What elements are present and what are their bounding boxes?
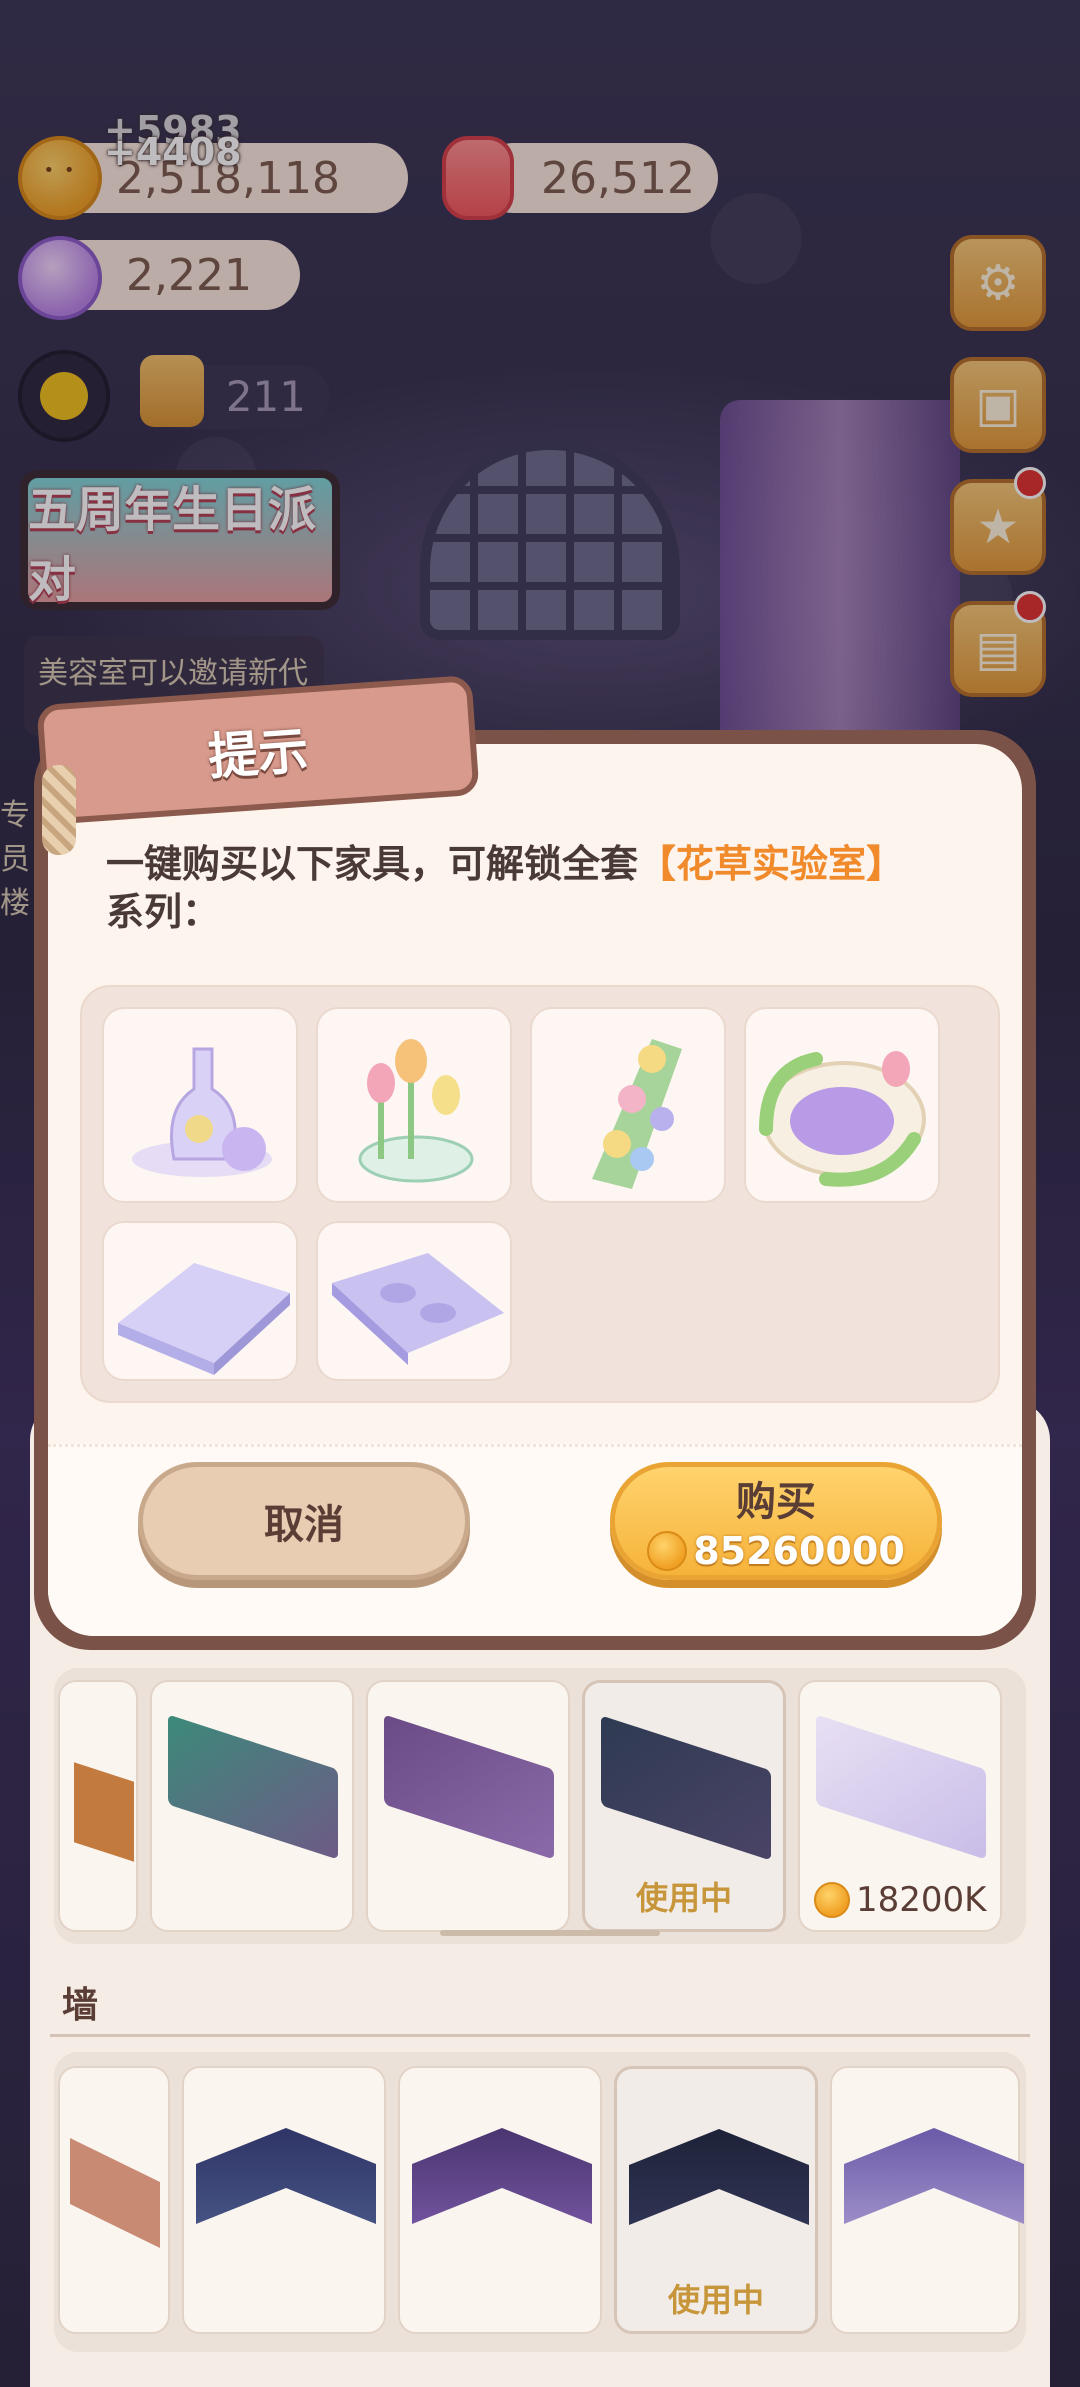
floor-item[interactable] xyxy=(150,1680,354,1932)
wall-preview xyxy=(196,2128,376,2224)
in-use-label: 使用中 xyxy=(635,1879,732,1917)
in-use-label: 使用中 xyxy=(667,2281,764,2319)
buy-price: 85260000 xyxy=(647,1529,905,1573)
floor-preview xyxy=(601,1715,771,1861)
flower-bush-icon xyxy=(592,1039,682,1189)
section-title-wall: 墙 xyxy=(62,1985,99,2026)
floor-preview xyxy=(384,1714,554,1860)
floor-item[interactable] xyxy=(366,1680,570,1932)
wall-item[interactable] xyxy=(830,2066,1024,2334)
cancel-button[interactable]: 取消 xyxy=(138,1462,470,1580)
wall-item[interactable] xyxy=(398,2066,602,2334)
buy-button[interactable]: 购买 85260000 xyxy=(610,1462,942,1580)
wall-item[interactable] xyxy=(182,2066,386,2334)
coin-icon xyxy=(647,1531,688,1571)
section-divider xyxy=(50,2034,1030,2037)
floor-item[interactable] xyxy=(58,1680,138,1932)
cancel-button-label: 取消 xyxy=(264,1502,344,1548)
round-bed-icon xyxy=(759,1051,926,1187)
floor-preview xyxy=(168,1714,338,1860)
item-price-value: 18200K xyxy=(856,1880,987,1920)
floor-item[interactable]: 18200K xyxy=(798,1680,1002,1932)
tag-rope xyxy=(42,765,76,855)
series-name: 【花草实验室】 xyxy=(638,842,905,886)
furniture-grid xyxy=(80,985,1000,1403)
floor-tile-icon xyxy=(332,1253,504,1365)
row-scroll-indicator xyxy=(440,1930,660,1936)
wall-preview xyxy=(844,2128,1024,2224)
dialog-message-suffix: 系列： xyxy=(106,890,221,934)
wall-item[interactable] xyxy=(58,2066,170,2334)
tulip-planter-icon xyxy=(358,1039,474,1183)
round-bed-furniture-card[interactable] xyxy=(744,1007,940,1203)
buy-button-label: 购买 xyxy=(736,1479,816,1525)
dialog-message-prefix: 一键购买以下家具，可解锁全套 xyxy=(106,842,639,886)
floor-tile-icon xyxy=(118,1263,290,1375)
purple-floor-tile-1-card[interactable] xyxy=(102,1221,298,1381)
vase-furniture-card[interactable] xyxy=(102,1007,298,1203)
item-price: 18200K xyxy=(814,1880,1000,1920)
buy-price-value: 85260000 xyxy=(693,1529,905,1573)
tulip-planter-furniture-card[interactable] xyxy=(316,1007,512,1203)
dialog-message: 一键购买以下家具，可解锁全套【花草实验室】 系列： xyxy=(106,840,1006,936)
coin-icon xyxy=(814,1882,850,1918)
wall-preview xyxy=(412,2128,592,2224)
wall-preview xyxy=(629,2129,809,2225)
vase-icon xyxy=(132,1047,272,1177)
wall-item-in-use[interactable]: 使用中 xyxy=(614,2066,818,2334)
purple-floor-tile-2-card[interactable] xyxy=(316,1221,512,1381)
flower-bush-furniture-card[interactable] xyxy=(530,1007,726,1203)
dialog-title: 提示 xyxy=(206,721,311,787)
floor-preview xyxy=(816,1714,986,1860)
floor-item-in-use[interactable]: 使用中 xyxy=(582,1680,786,1932)
